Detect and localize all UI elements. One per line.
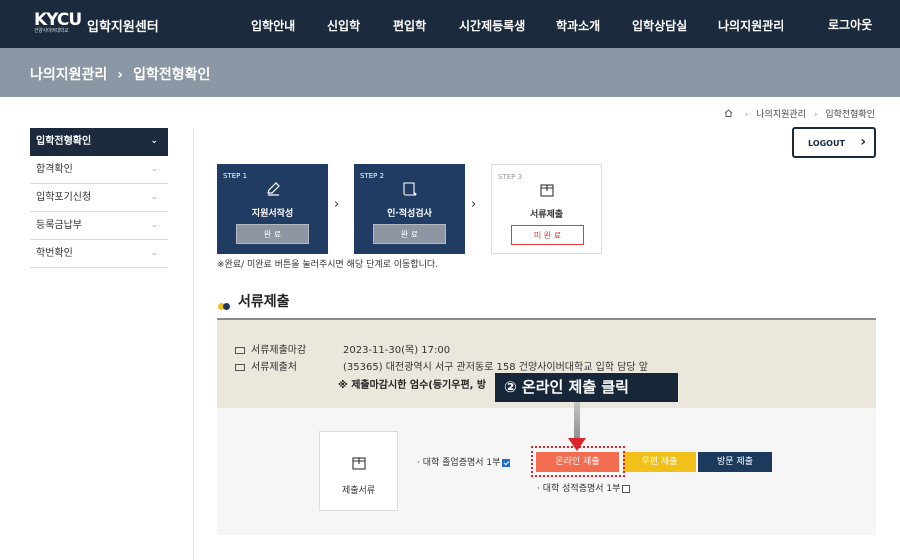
document-name: · 대학 성적증명서 1부 [537,484,621,494]
chevron-down-icon: ⌄ [150,220,158,230]
sidebar-item-withdraw[interactable]: 입학포기신청 ⌄ [30,184,168,212]
logout-button-label: LOGOUT [808,139,845,148]
breadcrumb-separator: › [813,110,818,120]
scroll-icon [354,181,465,201]
step-label: STEP 1 [223,172,248,180]
postal-submit-button[interactable]: 우편 제출 [623,452,696,472]
sidebar-item-label: 입학포기신청 [36,192,92,203]
step-1-status-button[interactable]: 완 료 [236,224,309,244]
nav-item-transfer[interactable]: 편입학 [393,17,426,34]
visit-submit-button[interactable]: 방문 제출 [698,452,772,472]
top-navigation-bar: KYCU 건양사이버대학교 입학지원센터 입학안내 신입학 편입학 시간제등록생… [0,0,900,48]
nav-item-counseling[interactable]: 입학상담실 [632,17,687,34]
chevron-right-icon: › [117,67,124,83]
step-label: STEP 3 [498,173,523,181]
step-3-card: STEP 3 서류제출 미 완 료 [491,164,602,254]
chevron-right-icon: › [860,134,866,150]
step-arrow-icon: › [471,197,477,212]
step-label: STEP 2 [360,172,385,180]
instruction-callout: ② 온라인 제출 클릭 [495,373,678,402]
sidebar-item-student-id[interactable]: 학번확인 ⌄ [30,240,168,268]
step-2-card: STEP 2 인·적성검사 완 료 [354,164,465,254]
sidebar-item-tuition[interactable]: 등록금납부 ⌄ [30,212,168,240]
sidebar-item-admission-check[interactable]: 입학전형확인 ⌄ [30,128,168,156]
section-bullet-icon [218,295,230,314]
nav-item-my-application[interactable]: 나의지원관리 [718,17,784,34]
chevron-down-icon: ⌄ [150,136,158,146]
breadcrumb-item[interactable]: 나의지원관리 [756,110,806,120]
site-title[interactable]: 입학지원센터 [87,16,159,35]
box-icon [492,182,601,202]
deadline-label: 서류제출마감 [251,345,307,356]
mail-icon [235,346,245,354]
document-item-transcript: · 대학 성적증명서 1부 [537,481,631,494]
step-arrow-icon: › [334,197,340,212]
chevron-down-icon: ⌄ [150,248,158,258]
document-card: 제출서류 [319,431,398,511]
pencil-icon [217,181,328,201]
breadcrumb-item[interactable]: 입학전형확인 [825,110,875,120]
pointer-arrow-icon [568,438,586,451]
step-1-card: STEP 1 지원서작성 완 료 [217,164,328,254]
sidebar-item-label: 합격확인 [36,164,73,175]
page-title: 입학전형확인 [133,67,211,83]
breadcrumb-separator: › [744,110,749,120]
logo-mark: KYCU [34,10,82,30]
nav-item-parttime[interactable]: 시간제등록생 [459,17,525,34]
deadline-value: 2023-11-30(목) 17:00 [343,345,451,356]
diploma-checkbox[interactable] [502,458,511,467]
document-item-diploma: · 대학 졸업증명서 1부 [417,455,511,468]
sidebar-item-label: 학번확인 [36,248,73,259]
address-row: 서류제출처 (35365) 대전광역시 서구 관저동로 158 건양사이버대학교 … [235,358,648,373]
step-name: 지원서작성 [251,209,294,219]
logout-link[interactable]: 로그아웃 [828,16,872,33]
deadline-row: 서류제출마감 2023-11-30(목) 17:00 [235,341,450,356]
sidebar: 입학전형확인 ⌄ 합격확인 ⌄ 입학포기신청 ⌄ 등록금납부 ⌄ 학번확인 ⌄ [30,128,168,268]
document-card-label: 제출서류 [341,486,376,496]
steps-note: ※완료/ 미완료 버튼을 눌러주시면 해당 단계로 이동합니다. [217,260,439,270]
chevron-down-icon: ⌄ [150,164,158,174]
nav-item-freshman[interactable]: 신입학 [327,17,360,34]
nav-item-admission-guide[interactable]: 입학안내 [251,17,295,34]
address-value: (35365) 대전광역시 서구 관저동로 158 건양사이버대학교 입학 담당… [343,362,648,373]
deadline-warning: ※ 제출마감시한 엄수(등기우편, 방 [338,380,487,391]
step-2-status-button[interactable]: 완 료 [373,224,446,244]
step-3-status-button[interactable]: 미 완 료 [511,225,584,245]
section-title: 서류제출 [238,294,290,310]
step-name: 서류제출 [529,210,564,220]
page-heading: 나의지원관리 › 입학전형확인 [30,64,210,84]
pointer-arrow-shaft [574,402,580,442]
home-icon[interactable] [724,109,733,120]
step-name: 인·적성검사 [387,209,432,219]
chevron-down-icon: ⌄ [150,192,158,202]
box-icon [320,455,397,475]
document-name: · 대학 졸업증명서 1부 [417,458,501,468]
sidebar-item-label: 입학전형확인 [36,136,92,147]
section-name: 나의지원관리 [30,67,108,83]
transcript-checkbox[interactable] [622,484,631,493]
sidebar-item-label: 등록금납부 [36,220,82,231]
nav-item-departments[interactable]: 학과소개 [556,17,600,34]
mail-icon [235,363,245,371]
breadcrumb: › 나의지원관리 › 입학전형확인 [724,107,875,120]
sidebar-item-result-check[interactable]: 합격확인 ⌄ [30,156,168,184]
sidebar-divider [193,128,194,560]
sub-banner: 나의지원관리 › 입학전형확인 [0,48,900,97]
logout-button[interactable]: LOGOUT › [792,127,876,158]
address-label: 서류제출처 [251,362,297,373]
logo[interactable]: KYCU 건양사이버대학교 [34,10,82,35]
